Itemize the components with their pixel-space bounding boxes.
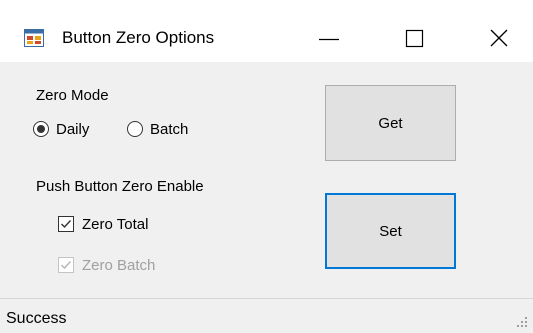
- maximize-icon: [405, 29, 424, 48]
- close-icon: [490, 29, 508, 47]
- status-text: Success: [6, 310, 67, 327]
- title-bar[interactable]: Button Zero Options: [0, 0, 533, 62]
- checkbox-zero-batch-label: Zero Batch: [82, 256, 156, 274]
- checkmark-icon: [61, 261, 72, 270]
- push-button-zero-label: Push Button Zero Enable: [36, 178, 204, 195]
- app-icon: [24, 29, 44, 47]
- checkbox-zero-total-box[interactable]: [58, 216, 74, 232]
- checkbox-zero-batch-box: [58, 257, 74, 273]
- checkmark-icon: [61, 220, 72, 229]
- minimize-button[interactable]: [300, 18, 358, 58]
- checkbox-zero-batch: Zero Batch: [58, 255, 155, 275]
- get-button[interactable]: Get: [325, 85, 456, 161]
- radio-daily[interactable]: Daily: [33, 119, 89, 139]
- button-zero-options-window: Button Zero Options Zero Mode Daily Batc…: [0, 0, 533, 333]
- checkbox-zero-total-label[interactable]: Zero Total: [82, 216, 148, 233]
- radio-batch[interactable]: Batch: [127, 119, 188, 139]
- radio-daily-label[interactable]: Daily: [56, 121, 89, 138]
- window-title: Button Zero Options: [62, 28, 215, 47]
- close-button[interactable]: [470, 18, 528, 58]
- radio-batch-indicator[interactable]: [127, 121, 143, 137]
- radio-batch-label[interactable]: Batch: [150, 121, 188, 138]
- dialog-content: Zero Mode Daily Batch Push Button Zero E…: [0, 62, 533, 306]
- checkbox-zero-total[interactable]: Zero Total: [58, 214, 148, 234]
- zero-mode-label: Zero Mode: [36, 87, 109, 104]
- radio-daily-indicator[interactable]: [33, 121, 49, 137]
- status-bar: Success: [0, 298, 533, 333]
- resize-grip-icon[interactable]: [515, 315, 529, 329]
- maximize-button[interactable]: [385, 18, 443, 58]
- set-button[interactable]: Set: [325, 193, 456, 269]
- minimize-icon: [319, 38, 339, 41]
